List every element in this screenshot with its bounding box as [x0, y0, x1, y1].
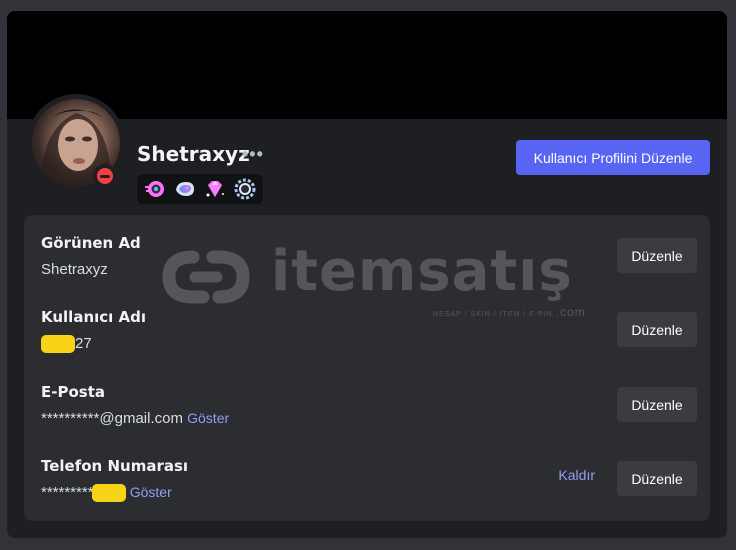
status-indicator: [93, 164, 117, 188]
display-name-row: Görünen Ad Shetraxyz Düzenle: [41, 234, 697, 294]
username-row: Kullanıcı Adı 27 Düzenle: [41, 308, 697, 368]
account-info-panel: Görünen Ad Shetraxyz Düzenle Kullanıcı A…: [24, 215, 710, 521]
badge-list: [137, 174, 263, 204]
quest-badge-icon[interactable]: [233, 177, 257, 201]
username-label: Kullanıcı Adı: [41, 308, 147, 326]
username-value: 27: [41, 335, 92, 354]
show-email-link[interactable]: Göster: [187, 410, 229, 426]
email-value: **********@gmail.com: [41, 410, 183, 427]
edit-phone-button[interactable]: Düzenle: [617, 461, 697, 496]
profile-card: Shetraxyz ••• Kullanıcı Profilini Düzenl…: [7, 11, 727, 538]
phone-value-line: ********* Göster: [41, 484, 172, 503]
email-row: E-Posta **********@gmail.com Göster Düze…: [41, 383, 697, 443]
boost-badge-icon[interactable]: [173, 177, 197, 201]
edit-username-button[interactable]: Düzenle: [617, 312, 697, 347]
phone-value: *********: [41, 484, 94, 501]
display-name-label: Görünen Ad: [41, 234, 141, 252]
edit-email-button[interactable]: Düzenle: [617, 387, 697, 422]
show-phone-link[interactable]: Göster: [130, 484, 172, 500]
nitro-badge-icon[interactable]: [143, 177, 167, 201]
censor-mark: [41, 335, 75, 354]
more-options-icon[interactable]: •••: [242, 144, 264, 165]
edit-display-name-button[interactable]: Düzenle: [617, 238, 697, 273]
edit-user-profile-button[interactable]: Kullanıcı Profilini Düzenle: [516, 140, 710, 175]
display-name-value: Shetraxyz: [41, 261, 108, 278]
username-suffix: 27: [75, 335, 92, 352]
gem-badge-icon[interactable]: [203, 177, 227, 201]
email-value-line: **********@gmail.com Göster: [41, 410, 229, 427]
phone-row: Telefon Numarası ********* Göster Kaldır…: [41, 457, 697, 517]
do-not-disturb-icon: [97, 168, 113, 184]
censor-mark: [91, 484, 126, 503]
email-label: E-Posta: [41, 383, 105, 401]
phone-label: Telefon Numarası: [41, 457, 189, 475]
profile-username: Shetraxyz: [137, 142, 250, 166]
remove-phone-link[interactable]: Kaldır: [558, 467, 595, 483]
